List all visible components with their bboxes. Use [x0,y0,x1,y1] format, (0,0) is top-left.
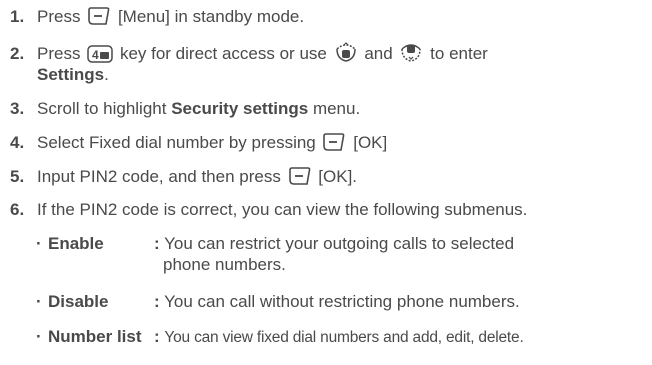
step-text-end: . [104,65,109,84]
settings-label: Settings [37,65,105,84]
left-soft-key-icon [322,132,346,152]
submenu-description-continued: phone numbers. [163,255,286,274]
submenu-disable: · Disable: You can call without restricti… [36,291,520,312]
step-text: If the PIN2 code is correct, you can vie… [37,200,528,219]
step-text-after: [Menu] in standby mode. [117,7,305,26]
step-number: 2. [10,44,25,63]
navigation-key-up-icon [399,41,423,63]
colon: : [154,234,160,253]
step-number: 6. [10,200,25,219]
key-4-icon: 4 [87,45,113,63]
left-soft-key-icon [288,166,312,186]
step-3: 3. Scroll to highlight Security settings … [10,98,360,119]
step-6: 6. If the PIN2 code is correct, you can v… [10,199,527,220]
step-5: 5. Input PIN2 code, and then press [OK]. [10,166,357,187]
step-text-after: [OK]. [318,167,358,186]
submenu-enable: · Enable: You can restrict your outgoing … [36,233,514,275]
left-soft-key-icon [87,6,111,26]
submenu-term: Number list [48,327,142,346]
colon: : [154,327,160,346]
step-text-after: [OK] [353,133,388,152]
colon: : [154,292,160,311]
step-text: Scroll to highlight [37,99,167,118]
security-settings-label: Security settings [171,99,309,118]
svg-text:4: 4 [92,48,99,62]
step-2: 2. Press 4 key for direct access or use a… [10,41,488,85]
bullet: · [36,327,42,346]
submenu-term: Disable [48,292,109,311]
submenu-number-list: · Number list: You can view fixed dial nu… [36,326,524,348]
step-1: 1. Press [Menu] in standby mode. [10,6,304,27]
submenu-description: You can restrict your outgoing calls to … [164,234,515,253]
submenu-description: You can view fixed dial numbers and add,… [164,329,524,346]
step-text: Press [37,44,81,63]
step-number: 3. [10,99,25,118]
step-number: 5. [10,167,25,186]
step-text-after: menu. [312,99,361,118]
step-number: 4. [10,133,25,152]
manual-page: 1. Press [Menu] in standby mode. 2. Press … [0,0,652,365]
step-4: 4. Select Fixed dial number by pressing [… [10,132,387,153]
step-number: 1. [10,7,25,26]
submenu-term: Enable [48,234,104,253]
step-text-to-enter: to enter [430,44,488,63]
step-text: Press [37,7,81,26]
step-text-and: and [364,44,393,63]
step-text: Input PIN2 code, and then press [37,167,281,186]
navigation-key-down-icon [334,41,358,63]
bullet: · [36,292,42,311]
submenu-description: You can call without restricting phone n… [164,292,520,311]
bullet: · [36,234,42,253]
step-text: Select Fixed dial number by pressing [37,133,316,152]
step-text-mid: key for direct access or use [119,44,327,63]
